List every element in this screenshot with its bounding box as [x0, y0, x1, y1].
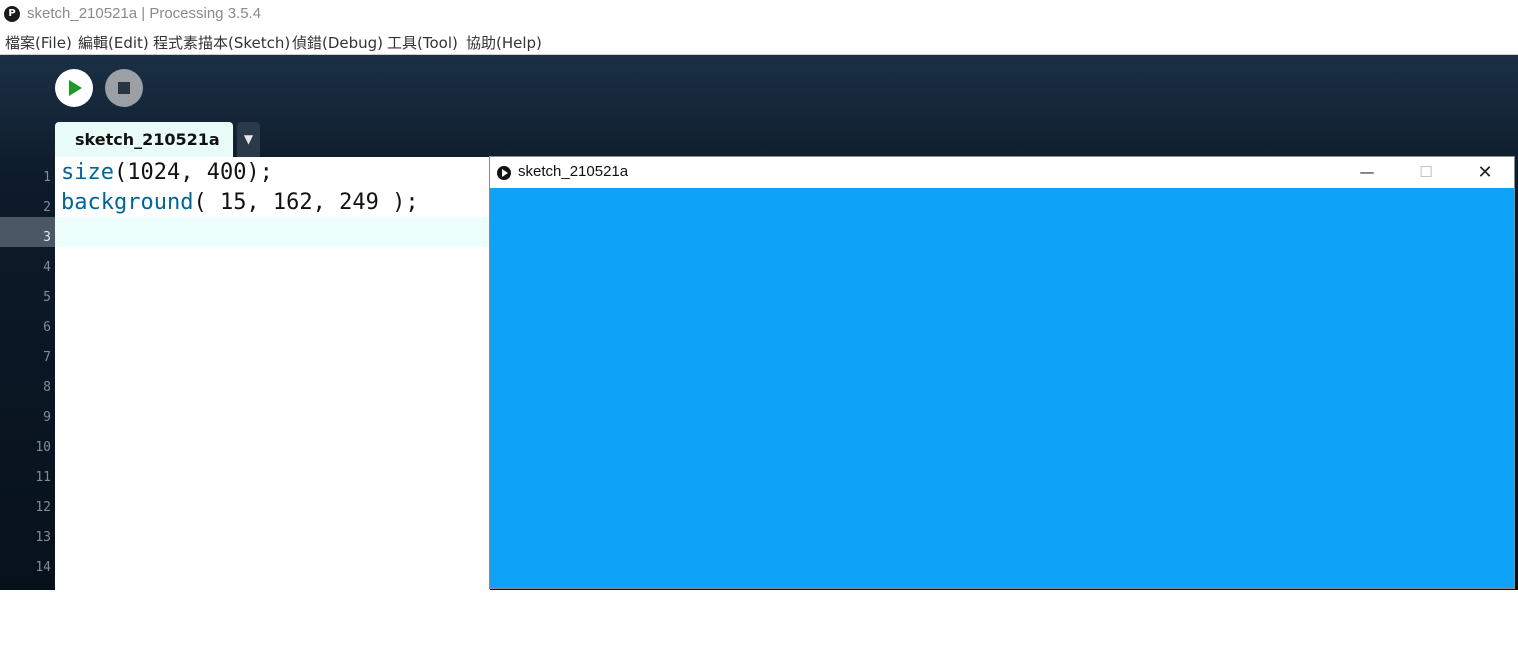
menu-sketch[interactable]: 程式素描本(Sketch): [153, 32, 290, 53]
window-title: sketch_210521a | Processing 3.5.4: [27, 5, 262, 22]
sketch-window-title: sketch_210521a: [518, 163, 629, 180]
line-number: 6: [43, 320, 51, 335]
line-number: 4: [43, 260, 51, 275]
line-number: 5: [43, 290, 51, 305]
close-button[interactable]: ✕: [1462, 157, 1508, 188]
line-number: 3: [43, 230, 51, 245]
menu-bar: 檔案(File) 編輯(Edit) 程式素描本(Sketch) 偵錯(Debug…: [0, 30, 1518, 55]
line-number: 11: [35, 470, 51, 485]
line-number: 2: [43, 200, 51, 215]
line-number: 13: [35, 530, 51, 545]
menu-edit[interactable]: 編輯(Edit): [78, 32, 149, 53]
line-number: 7: [43, 350, 51, 365]
current-line-highlight: [55, 217, 490, 247]
code-editor[interactable]: size(1024, 400); background( 15, 162, 24…: [55, 157, 490, 590]
tab-sketch[interactable]: sketch_210521a: [55, 122, 233, 157]
play-icon: [69, 80, 82, 96]
line-number: 9: [43, 410, 51, 425]
stop-icon: [118, 82, 130, 94]
sketch-window-titlebar[interactable]: sketch_210521a — ☐ ✕: [490, 157, 1514, 188]
play-icon: [497, 166, 511, 180]
sketch-output-window: sketch_210521a — ☐ ✕: [489, 156, 1515, 589]
minimize-button[interactable]: —: [1344, 157, 1390, 188]
code-line-2: background( 15, 162, 249 );: [61, 190, 419, 215]
line-number: 8: [43, 380, 51, 395]
menu-help[interactable]: 協助(Help): [466, 32, 542, 53]
line-number: 14: [35, 560, 51, 575]
line-number: 10: [35, 440, 51, 455]
code-line-1: size(1024, 400);: [61, 160, 273, 185]
menu-debug[interactable]: 偵錯(Debug): [292, 32, 383, 53]
title-bar: P sketch_210521a | Processing 3.5.4: [0, 0, 1518, 30]
menu-tool[interactable]: 工具(Tool): [387, 32, 458, 53]
processing-logo-icon: P: [4, 6, 20, 22]
run-button[interactable]: [55, 69, 93, 107]
tab-label: sketch_210521a: [75, 130, 220, 149]
stop-button[interactable]: [105, 69, 143, 107]
sketch-canvas[interactable]: [490, 188, 1514, 588]
line-number: 1: [43, 170, 51, 185]
line-number: 12: [35, 500, 51, 515]
tab-menu-button[interactable]: ▼: [237, 122, 260, 157]
maximize-button[interactable]: ☐: [1403, 157, 1449, 188]
menu-file[interactable]: 檔案(File): [5, 32, 72, 53]
